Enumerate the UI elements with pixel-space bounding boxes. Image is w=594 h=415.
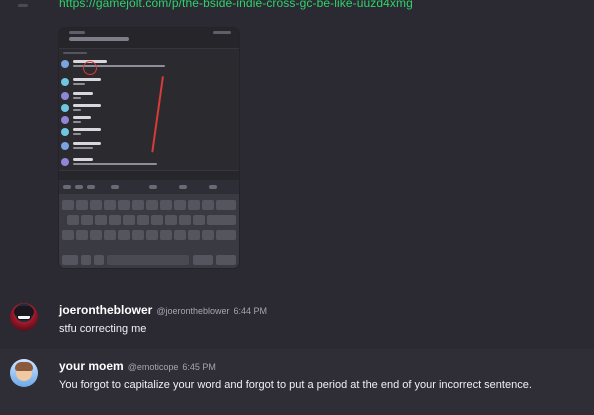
embedded-key — [132, 230, 144, 240]
post-link[interactable]: https://gamejolt.com/p/the-bside-indie-c… — [59, 0, 413, 12]
embedded-avatar — [61, 142, 69, 150]
embedded-key — [76, 230, 88, 240]
message-header: your moem @emoticope 6:45 PM — [59, 359, 216, 375]
embedded-toolbar — [59, 180, 239, 194]
avatar[interactable] — [10, 303, 38, 331]
embedded-name — [73, 78, 101, 81]
embedded-key — [67, 215, 79, 225]
embedded-name — [73, 158, 93, 161]
embedded-key — [193, 215, 205, 225]
embedded-avatar — [61, 92, 69, 100]
embedded-key — [81, 215, 93, 225]
embedded-toolbar-icon — [75, 185, 83, 189]
embedded-text — [73, 163, 157, 165]
timestamp: 6:45 PM — [182, 362, 216, 372]
embedded-key — [104, 230, 116, 240]
embedded-title-bar — [69, 37, 129, 41]
embedded-key — [62, 230, 74, 240]
embedded-key — [123, 215, 135, 225]
embedded-name — [73, 116, 91, 119]
embedded-key — [151, 215, 163, 225]
collapsed-message-indicator — [18, 4, 28, 7]
embedded-header — [59, 28, 239, 49]
embedded-toolbar-icon — [111, 185, 119, 189]
embedded-text — [73, 121, 81, 123]
embedded-key — [165, 215, 177, 225]
embedded-key — [118, 230, 130, 240]
embedded-key — [160, 200, 172, 210]
username[interactable]: your moem — [59, 359, 124, 373]
embedded-key — [81, 255, 91, 265]
embedded-name — [73, 92, 93, 95]
embedded-key — [76, 200, 88, 210]
embedded-key — [146, 230, 158, 240]
username[interactable]: joerontheblower — [59, 303, 152, 317]
embedded-name — [73, 142, 101, 145]
embedded-key — [216, 200, 236, 210]
embedded-key — [174, 230, 186, 240]
embedded-avatar — [61, 116, 69, 124]
embedded-channel-line — [63, 52, 87, 54]
timestamp: 6:44 PM — [233, 306, 268, 316]
embedded-key — [62, 255, 78, 265]
chat-message[interactable]: joerontheblower @joerontheblower 6:44 PM… — [0, 296, 594, 348]
embedded-avatar — [61, 78, 69, 86]
embedded-key — [202, 200, 214, 210]
annotation-circle — [83, 61, 97, 75]
embedded-toolbar-icon — [179, 185, 187, 189]
embedded-text — [73, 83, 85, 85]
message-header: joerontheblower @joerontheblower 6:44 PM — [59, 303, 267, 319]
embedded-key — [193, 255, 213, 265]
user-handle: @emoticope — [127, 362, 179, 372]
chat-message[interactable]: your moem @emoticope 6:45 PM You forgot … — [0, 349, 594, 415]
embedded-key — [188, 200, 200, 210]
user-handle: @joerontheblower — [156, 306, 230, 316]
embedded-screenshot[interactable] — [59, 28, 239, 268]
embedded-key — [95, 215, 107, 225]
embedded-key — [94, 255, 104, 265]
embedded-toolbar-icon — [63, 185, 71, 189]
embedded-key — [132, 200, 144, 210]
embedded-text — [73, 97, 81, 99]
embedded-key — [216, 230, 236, 240]
embedded-key — [104, 200, 116, 210]
embedded-avatar — [61, 158, 69, 166]
embedded-text — [73, 133, 81, 135]
embedded-key — [216, 255, 236, 265]
embedded-key — [174, 200, 186, 210]
embedded-key — [109, 215, 121, 225]
embedded-toolbar-icon — [87, 185, 95, 189]
embedded-toolbar-icon — [149, 185, 157, 189]
avatar[interactable] — [10, 359, 38, 387]
message-text: stfu correcting me — [59, 323, 147, 335]
embedded-key — [160, 230, 172, 240]
embedded-status-indicator — [69, 31, 85, 34]
embedded-avatar — [61, 128, 69, 136]
embedded-key — [90, 200, 102, 210]
embedded-message-row — [61, 142, 237, 158]
embedded-keyboard — [59, 194, 239, 268]
embedded-key — [179, 215, 191, 225]
embedded-key — [137, 215, 149, 225]
embedded-name — [73, 128, 101, 131]
embedded-status-icons — [213, 31, 231, 34]
embedded-key — [188, 230, 200, 240]
embedded-key — [62, 200, 74, 210]
embedded-avatar — [61, 104, 69, 112]
embedded-key — [146, 200, 158, 210]
embedded-key — [202, 230, 214, 240]
embedded-text — [73, 109, 81, 111]
embedded-text — [73, 147, 93, 149]
embedded-key — [207, 215, 236, 225]
embedded-spacebar — [107, 255, 189, 265]
embedded-name — [73, 104, 101, 107]
embedded-key — [118, 200, 130, 210]
embedded-toolbar-icon — [209, 185, 217, 189]
message-text: You forgot to capitalize your word and f… — [59, 379, 532, 391]
embedded-avatar — [61, 60, 69, 68]
embedded-key — [90, 230, 102, 240]
